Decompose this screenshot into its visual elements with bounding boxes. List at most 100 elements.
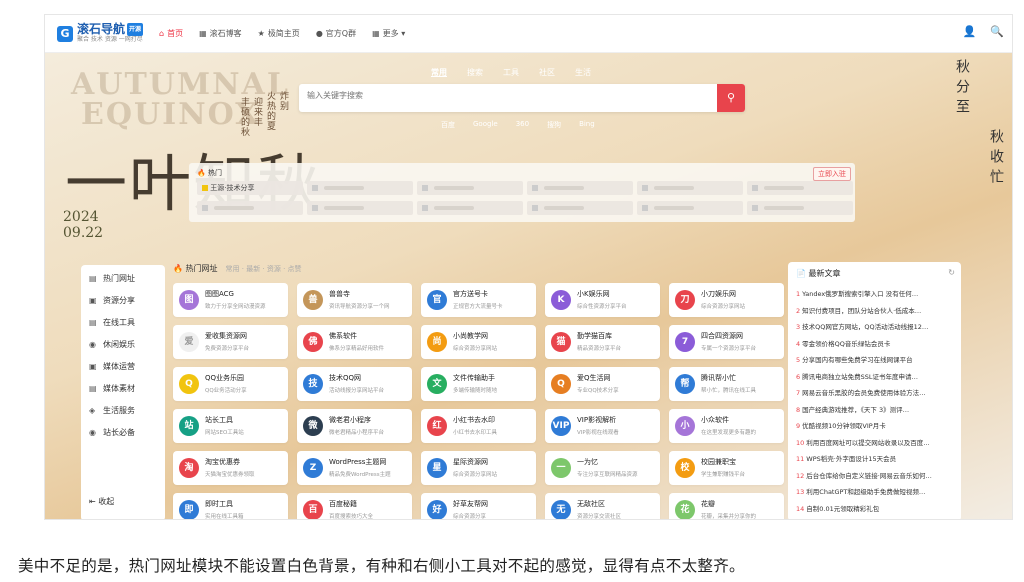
site-desc: 正规官方大流量号卡 [453,304,503,310]
article-link[interactable]: 6 腾讯电商独立站免费SSL证书年度申请… [796,371,956,381]
nav-item-4[interactable]: ▦ 更多 ▾ [372,28,405,39]
logo-name: 滚石导航 [77,22,126,36]
search-tab-3[interactable]: 社区 [539,67,555,78]
search-tab-2[interactable]: 工具 [503,67,519,78]
hot-item-placeholder[interactable] [197,201,303,215]
article-title: 分享国内有哪些免费学习在线网课平台 [802,356,913,364]
user-icon[interactable]: 👤 [963,25,977,38]
site-card[interactable]: 无无敌社区 资源分享交流社区 [545,493,660,519]
article-link[interactable]: 10 利用百度网址可以提交网站收录以及百度… [796,437,956,447]
article-link[interactable]: 11 WPS稻壳·外字面设计15天会员 [796,453,956,463]
site-card[interactable]: 爱爱收集资源网 免费资源分享平台 [173,325,288,359]
site-card[interactable]: 红小红书去水印 小红书去水印工具 [421,409,536,443]
hot-item-icon [642,185,648,191]
article-link[interactable]: 8 国产经典游戏推荐，《天下 3》测评… [796,404,956,414]
sidebar-item-5[interactable]: ▤ 媒体素材 [89,383,135,394]
search-icon[interactable]: 🔍 [990,25,1004,38]
article-link[interactable]: 1 Yandex俄罗斯搜索引擎入口 没有任何… [796,288,956,298]
search-engine-0[interactable]: 百度 [441,120,455,130]
article-link[interactable]: 3 技术QQ网官方网站，QQ活动活动线报12… [796,321,956,331]
site-card[interactable]: 百百度秘籍 百度搜索技巧大全 [297,493,412,519]
site-card[interactable]: 官官方送号卡 正规官方大流量号卡 [421,283,536,317]
site-card[interactable]: 佛佛系软件 佛系分享精品好用软件 [297,325,412,359]
article-title: 后台仓库给你自定义链接·网易云音乐如何… [806,471,932,480]
site-card[interactable]: 花花瓣 花瓣，采集并分享你的 [669,493,784,519]
hot-item-placeholder[interactable] [417,201,523,215]
article-link[interactable]: 7 网易云音乐黑胶的会员免费使用体验方法… [796,387,956,397]
sidebar-item-6[interactable]: ◈ 生活服务 [89,405,135,416]
site-card[interactable]: 小小众软件 在这里发现更多有趣的 [669,409,784,443]
sidebar-item-7[interactable]: ◉ 站长必备 [89,427,135,438]
hot-item-placeholder[interactable] [637,201,743,215]
hot-item-placeholder[interactable] [307,181,413,195]
site-card[interactable]: K 小K娱乐网 综合性资源分享平台 [545,283,660,317]
hot-item-icon [422,205,428,211]
article-link[interactable]: 14 自制0.01元领取精彩礼包 [796,503,956,513]
search-input[interactable] [307,91,687,100]
search-tab-0[interactable]: 常用 [431,67,447,78]
site-card[interactable]: VIP VIP影视解析 VIP影视在线观看 [545,409,660,443]
site-desc: QQ业务活动分享 [205,388,247,394]
article-link[interactable]: 9 优酷视频10分钟领取VIP月卡 [796,420,956,430]
hot-item-placeholder[interactable] [527,201,633,215]
search-submit-button[interactable]: ⚲ [717,84,745,112]
site-card[interactable]: 猫勤学猫百库 精品资源分享平台 [545,325,660,359]
hot-item-icon [202,205,208,211]
site-card[interactable]: 尚小尚教学网 综合资源分享网站 [421,325,536,359]
submit-site-button[interactable]: 立即入驻 [813,167,851,181]
site-card[interactable]: 校校园兼职宝 学生兼职赚钱平台 [669,451,784,485]
search-tab-1[interactable]: 搜索 [467,67,483,78]
sidebar-item-0[interactable]: ▤ 热门网址 [89,273,135,284]
site-card[interactable]: 淘淘宝优惠券 天猫淘宝优惠券领取 [173,451,288,485]
article-link[interactable]: 12 后台仓库给你自定义链接·网易云音乐如何… [796,470,956,480]
site-card[interactable]: Q QQ业务乐园 QQ业务活动分享 [173,367,288,401]
site-card[interactable]: 刀小刀娱乐网 综合资源分享网站 [669,283,784,317]
article-link[interactable]: 5 分享国内有哪些免费学习在线网课平台 [796,354,956,364]
hot-item-placeholder[interactable] [747,181,853,195]
site-card[interactable]: 即即时工具 实用在线工具箱 [173,493,288,520]
nav-item-3[interactable]: ● 官方Q群 [316,28,356,39]
site-card[interactable]: Q 爱Q生活网 专业QQ技术分享 [545,367,660,401]
search-engine-2[interactable]: 360 [516,120,529,130]
hot-item-placeholder[interactable] [417,181,523,195]
nav-label: 更多 ▾ [382,29,406,38]
search-tab-4[interactable]: 生活 [575,67,591,78]
site-desc: 专业QQ技术分享 [577,388,619,394]
site-card[interactable]: Z WordPress主题网 精品免费WordPress主题 [297,451,412,485]
search-engine-4[interactable]: Bing [579,120,595,130]
sidebar-item-2[interactable]: ▤ 在线工具 [89,317,135,328]
site-card[interactable]: 微微老君小程序 微老君精品小程序平台 [297,409,412,443]
hot-item-placeholder[interactable] [527,181,633,195]
site-card[interactable]: 兽兽兽寺 资讯导航资源分享一个网 [297,283,412,317]
site-card[interactable]: 7 四合四资源网 专属一个资源分享平台 [669,325,784,359]
article-link[interactable]: 2 知识付费项目，团队分站合伙人·低成本… [796,305,956,315]
hot-item-placeholder[interactable] [307,201,413,215]
nav-item-2[interactable]: ★ 极简主页 [258,28,300,39]
hot-item-first[interactable]: 王源·技术分享 [197,181,303,195]
nav-item-0[interactable]: ⌂ 首页 [159,28,183,39]
site-card[interactable]: 站站长工具 网站SEO工具站 [173,409,288,443]
article-link[interactable]: 13 利用ChatGPT和超级助手免费做短视频… [796,486,956,496]
search-engine-3[interactable]: 搜狗 [547,120,561,130]
article-link[interactable]: 4 零金领价格QQ音乐绿钻会员卡 [796,338,956,348]
search-engine-1[interactable]: Google [473,120,498,130]
sidebar-item-4[interactable]: ▣ 媒体运营 [89,361,135,372]
site-card[interactable]: 星星际资源网 综合资源分享网站 [421,451,536,485]
sidebar-collapse-button[interactable]: ⇤ 收起 [89,496,114,507]
sidebar-item-1[interactable]: ▣ 资源分享 [89,295,135,306]
sidebar-item-3[interactable]: ◉ 休闲娱乐 [89,339,135,350]
hot-item-placeholder[interactable] [637,181,743,195]
loading-bar [434,206,474,210]
site-card[interactable]: 帮腾讯帮小忙 帮小忙，腾讯在线工具 [669,367,784,401]
refresh-icon[interactable]: ↻ [948,268,955,277]
site-card[interactable]: 一一为忆 专注分享互联网精品资源 [545,451,660,485]
site-card[interactable]: 好好草友帮网 综合资源分享 [421,493,536,519]
site-card[interactable]: 技技术QQ网 活动线报分享网站平台 [297,367,412,401]
hero-date: 2024 09.22 [63,209,103,241]
site-card[interactable]: 图图图ACG 致力于分享全网动漫资源 [173,283,288,317]
site-logo[interactable]: G 滚石导航 开源 聚合 技术 资源 一网打尽 [57,23,147,44]
site-desc: 实用在线工具箱 [205,514,244,520]
nav-item-1[interactable]: ▦ 滚石博客 [199,28,242,39]
site-card[interactable]: 文文件传输助手 多端传输随时随地 [421,367,536,401]
hot-item-placeholder[interactable] [747,201,853,215]
